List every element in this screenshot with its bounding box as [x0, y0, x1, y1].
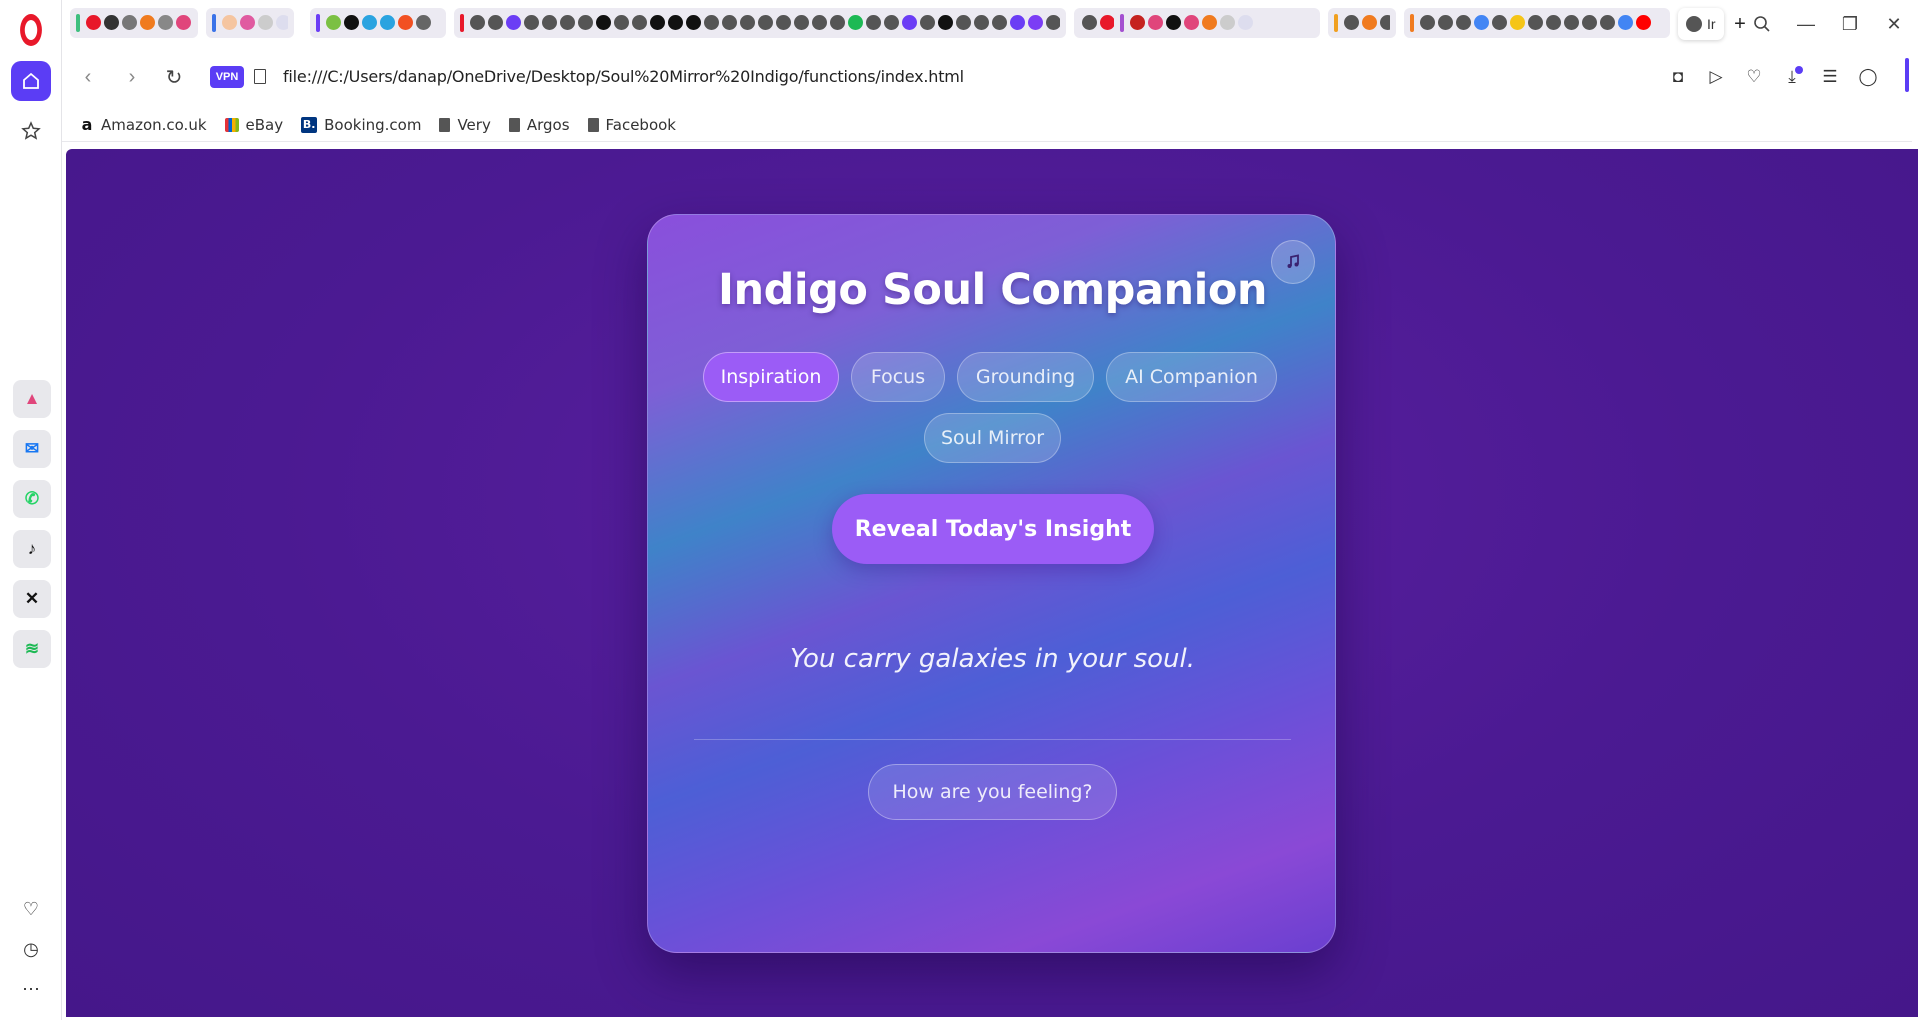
bookmark-label: Facebook: [605, 115, 676, 134]
bookmark-argos[interactable]: Argos: [508, 115, 570, 134]
tiktok-icon[interactable]: ♪: [13, 530, 51, 568]
minimize-button[interactable]: —: [1792, 10, 1820, 38]
bookmark-amazon[interactable]: a Amazon.co.uk: [80, 115, 207, 134]
ebay-icon: [224, 117, 239, 132]
aria-icon[interactable]: ▲: [13, 380, 51, 418]
tab-group[interactable]: [1404, 8, 1670, 38]
document-icon: [508, 117, 520, 132]
document-icon: [439, 117, 451, 132]
profile-icon[interactable]: ◯: [1856, 65, 1880, 89]
home-button[interactable]: [11, 61, 51, 101]
heart-icon[interactable]: ♡: [1742, 65, 1766, 89]
bookmarks-bar: a Amazon.co.uk eBay B. Booking.com Very Ar…: [62, 108, 1912, 142]
x-icon[interactable]: ✕: [13, 580, 51, 618]
sidebar-toggle[interactable]: [1905, 58, 1909, 92]
page-icon: [254, 69, 266, 84]
companion-card: Indigo Soul Companion Inspiration Focus …: [647, 214, 1336, 953]
bookmark-label: Amazon.co.uk: [101, 115, 207, 134]
close-button[interactable]: ✕: [1880, 10, 1908, 38]
tab-group[interactable]: [206, 8, 294, 38]
tab-strip: Ir + — ❐ ✕: [62, 0, 1920, 48]
send-icon[interactable]: ▷: [1704, 65, 1728, 89]
speed-dial-button[interactable]: [11, 111, 51, 151]
sidebar: ▲ ✉ ✆ ♪ ✕ ≋ ♡ ◷ ⋯: [0, 0, 62, 1020]
tab-group[interactable]: [1328, 8, 1396, 38]
bookmark-label: eBay: [245, 115, 284, 134]
messenger-icon[interactable]: ✉: [13, 430, 51, 468]
tab-soul-mirror[interactable]: Soul Mirror: [924, 413, 1061, 463]
home-icon: [23, 72, 39, 89]
tab-group[interactable]: [310, 8, 446, 38]
url-field[interactable]: file:///C:/Users/danap/OneDrive/Desktop/…: [283, 67, 964, 86]
bookmark-label: Booking.com: [324, 115, 422, 134]
back-icon[interactable]: ‹: [76, 65, 100, 89]
camera-icon[interactable]: ◘: [1666, 65, 1690, 89]
spotify-icon[interactable]: ≋: [13, 630, 51, 668]
tab-group[interactable]: [454, 8, 1066, 38]
reveal-insight-button[interactable]: Reveal Today's Insight: [832, 494, 1154, 564]
browser-window: ▲ ✉ ✆ ♪ ✕ ≋ ♡ ◷ ⋯ Ir + — ❐ ✕ ‹ › ↻ VPN f…: [0, 0, 1920, 1020]
app-title: Indigo Soul Companion: [718, 265, 1267, 315]
easy-setup-icon[interactable]: ☰: [1818, 65, 1842, 89]
tab-group[interactable]: [1114, 8, 1320, 38]
download-icon[interactable]: ⤓: [1780, 65, 1804, 89]
page-viewport: Indigo Soul Companion Inspiration Focus …: [66, 149, 1918, 1017]
feeling-button[interactable]: How are you feeling?: [868, 764, 1117, 820]
bookmark-booking[interactable]: B. Booking.com: [301, 116, 421, 134]
opera-logo-icon[interactable]: [20, 14, 42, 46]
active-tab[interactable]: Ir: [1678, 8, 1724, 40]
document-icon: [587, 117, 599, 132]
insight-text: You carry galaxies in your soul.: [789, 644, 1196, 674]
history-icon[interactable]: ◷: [18, 936, 44, 962]
bookmark-label: Very: [457, 115, 491, 134]
more-icon[interactable]: ⋯: [18, 976, 44, 1002]
tab-grounding[interactable]: Grounding: [957, 352, 1094, 402]
address-bar: ‹ › ↻ VPN file:///C:/Users/danap/OneDriv…: [62, 56, 1912, 98]
booking-icon: B.: [301, 116, 318, 133]
whatsapp-icon[interactable]: ✆: [13, 480, 51, 518]
tab-group[interactable]: [70, 8, 198, 38]
bookmark-facebook[interactable]: Facebook: [587, 115, 676, 134]
star-icon: [21, 121, 41, 140]
bookmark-very[interactable]: Very: [439, 115, 491, 134]
amazon-icon: a: [81, 115, 93, 134]
divider: [694, 739, 1291, 740]
forward-icon[interactable]: ›: [120, 65, 144, 89]
bookmark-ebay[interactable]: eBay: [224, 115, 284, 134]
tab-focus[interactable]: Focus: [851, 352, 945, 402]
active-tab-title: Ir: [1707, 16, 1716, 32]
tab-inspiration[interactable]: Inspiration: [703, 352, 839, 402]
reload-icon[interactable]: ↻: [162, 65, 186, 89]
bookmark-label: Argos: [526, 115, 570, 134]
restore-button[interactable]: ❐: [1836, 10, 1864, 38]
heart-icon[interactable]: ♡: [18, 896, 44, 922]
tab-ai-companion[interactable]: AI Companion: [1106, 352, 1277, 402]
search-icon[interactable]: [1748, 10, 1776, 38]
vpn-badge[interactable]: VPN: [210, 66, 244, 88]
globe-icon: [1686, 16, 1702, 32]
